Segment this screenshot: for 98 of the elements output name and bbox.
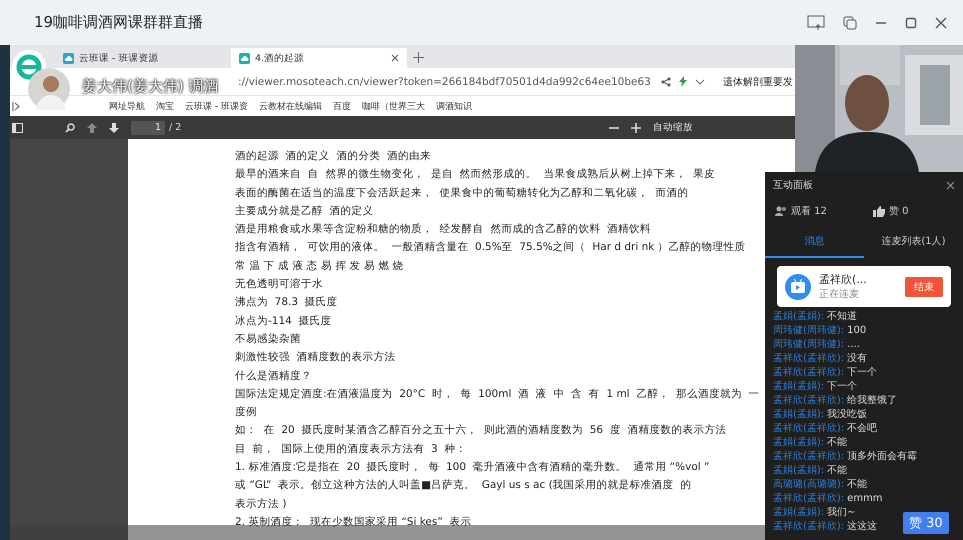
message-text: 不能 [827, 436, 848, 450]
sender-name: 孟娟(孟娟): [773, 464, 824, 478]
window-title: 19咖啡调酒网课群群直播 [34, 13, 204, 32]
panel-tab[interactable]: 连麦列表(1人) [864, 234, 963, 258]
caller-name: 孟祥欣(... [819, 272, 868, 287]
message-text: emmm [847, 492, 883, 506]
document-line: 度例 [235, 405, 257, 420]
sender-name: 孟祥欣(孟祥欣): [773, 366, 844, 380]
bookmark[interactable]: 网址导航 [109, 100, 145, 112]
like-button[interactable]: 赞 30 [903, 512, 949, 534]
document-line: 最早的酒来自 自 然界的微生物变化， 是自 然而然形成的。 当果食成熟后从树上掉下来， 果皮 [235, 167, 716, 182]
new-tab-icon[interactable] [413, 52, 424, 63]
message-text: 不能 [847, 478, 868, 492]
maximize-icon[interactable] [905, 16, 917, 28]
document-line: 沸点为 78.3 摄氏度 [235, 295, 338, 310]
document-line: 如： 在 20 摄氏度时某酒含乙醇百分之五十六， 则此酒的酒精度数为 56 度 酒精度数的表示方法 [235, 423, 726, 438]
call-status: 正在连麦 [819, 288, 860, 301]
message-text: 这这这 [847, 520, 878, 534]
close-icon[interactable] [935, 16, 947, 28]
bookmark[interactable]: 云教材在线编辑 [258, 100, 322, 112]
page-total: / 2 [169, 122, 182, 133]
page-number-field[interactable]: 1 [131, 120, 165, 134]
browser-tab[interactable]: 云班课 - 班课资源 [55, 48, 231, 68]
zoom-in-icon[interactable] [631, 122, 641, 132]
document-line: 或 “GL” 表示。创立这种方法的人叫盖■吕萨克。 Gayl us s ac (我国采用的就是标准酒度 的 [235, 478, 692, 494]
address-url[interactable]: ://viewer.mosoteach.cn/viewer?token=266184bdf70501d4da992c64ee10be63 [238, 76, 651, 88]
viewers-icon [775, 206, 787, 216]
message-text: 下一个 [827, 380, 858, 394]
sender-name: 孟祥欣(孟祥欣): [773, 352, 844, 366]
sidebar-icon[interactable] [12, 122, 23, 132]
sender-name: 孟娟(孟娟): [773, 380, 824, 394]
message-text: 不会吧 [847, 422, 878, 436]
sender-name: 孟娟(孟娟): [773, 436, 824, 450]
message-text: .... [847, 338, 860, 352]
tv-icon [785, 274, 811, 300]
document-line: 酒是用粮食或水果等含淀粉和糖的物质， 经发酵自 然而成的含乙醇的饮料 酒精饮料 [235, 222, 652, 238]
message-text: 给我整饿了 [847, 394, 898, 408]
document-line: 什么是酒精度？ [235, 368, 312, 384]
next-page-icon[interactable] [109, 122, 119, 132]
sender-name: 孟祥欣(孟祥欣): [773, 422, 844, 436]
document-line: 刺激性较强 酒精度数的表示方法 [235, 350, 396, 366]
message-text: 我没吃饭 [827, 408, 868, 422]
document-line: 常 温 下 成 液 态 易 挥 发 易 燃 烧 [235, 258, 404, 274]
pin-window-icon[interactable] [807, 14, 825, 30]
news-link[interactable]: 遗体解剖重要发 [723, 74, 793, 88]
sender-name: 孟祥欣(孟祥欣): [773, 450, 844, 464]
bookmark[interactable]: 百度 [332, 100, 351, 112]
search-icon[interactable] [65, 122, 75, 132]
sender-name: 孟娟(孟娟): [773, 310, 824, 324]
message-text: 没有 [847, 352, 868, 366]
message-text: 下一个 [847, 366, 878, 380]
sender-name: 孟娟(孟娟): [773, 408, 824, 422]
document-line: 酒的起源 酒的定义 酒的分类 酒的由来 [235, 149, 432, 164]
document-line: 国际法定规定酒度:在酒液温度为 20°C 时， 每 100ml 酒 液 中 含 有 1 ml 乙醇， 那么酒度就为 一 [235, 386, 760, 402]
sender-name: 孟祥欣(孟祥欣): [773, 492, 844, 506]
browser-tab[interactable]: 4.酒的起源 [231, 48, 407, 68]
close-tab-icon[interactable] [391, 54, 399, 62]
viewer-count: 观看 12 [791, 204, 827, 218]
sender-name: 周玮健(周玮健): [773, 338, 844, 352]
document-line: 指含有酒精， 可饮用的液体。 一般酒精含量在 0.5%至 75.5%之间（ Har d dri nk ）乙醇的物理性质 [235, 240, 746, 256]
panel-title: 互动面板 [773, 178, 813, 192]
zoom-select[interactable]: 自动缩放 [653, 121, 693, 134]
document-line: 冰点为-114 摄氏度 [235, 314, 332, 329]
cloud-icon [63, 52, 74, 64]
sender-name: 周玮健(周玮健): [773, 324, 844, 338]
sender-name: 高璐璐(高璐璐): [773, 478, 844, 492]
sender-name: 孟祥欣(孟祥欣): [773, 520, 844, 534]
document-line: 无色透明可溶于水 [235, 277, 323, 292]
document-line: 表面的酶菌在适当的温度下会活跃起来， 使果食中的葡萄糖转化为乙醇和二氧化碳， 而酒的 [235, 186, 688, 201]
presenter-name: 姜大伟(姜大伟) 调酒 [82, 77, 218, 96]
message-text: 我们~ [827, 506, 856, 520]
panel-tab[interactable]: 消息 [765, 234, 864, 258]
lightning-icon[interactable] [679, 76, 687, 87]
document-line: 主要成分就是乙醇 酒的定义 [235, 204, 374, 219]
bookmark[interactable]: 调酒知识 [436, 100, 472, 112]
sidebar-toggle-icon[interactable] [12, 102, 21, 110]
message-text: 不能 [827, 464, 848, 478]
thumbs-up-icon [872, 206, 885, 216]
sender-name: 孟娟(孟娟): [773, 506, 824, 520]
copy-icon[interactable] [843, 16, 857, 30]
bookmark[interactable]: 淘宝 [156, 100, 174, 112]
bookmark[interactable]: 云班课 - 班课资 [185, 100, 248, 112]
document-line: 1. 标准酒度:它是指在 20 摄氏度时， 每 100 毫升酒液中含有酒精的毫升数。 通常用 “%vol ” [235, 460, 710, 476]
chevron-down-icon[interactable] [695, 78, 705, 84]
cloud-icon [239, 52, 250, 64]
sender-name: 孟祥欣(孟祥欣): [773, 394, 844, 408]
message-text: 不知道 [827, 310, 858, 324]
previous-page-icon[interactable] [87, 122, 97, 132]
message-text: 顶多外面会有霉 [847, 450, 918, 464]
document-line: 表示方法 ) [235, 496, 286, 512]
document-line: 2. 英制酒度： 现在少数国家采用 “Si kes” 表示 [235, 514, 472, 530]
close-icon[interactable] [946, 180, 955, 190]
document-line: 不易感染杂菌 [235, 332, 301, 347]
message-text: 100 [847, 324, 866, 338]
document-line: 目 前， 国际上使用的酒度表示方法有 3 种： [235, 442, 466, 457]
bookmark[interactable]: 咖啡（世界三大 [362, 100, 425, 112]
share-icon[interactable] [661, 76, 671, 86]
like-count: 赞 0 [888, 205, 908, 218]
